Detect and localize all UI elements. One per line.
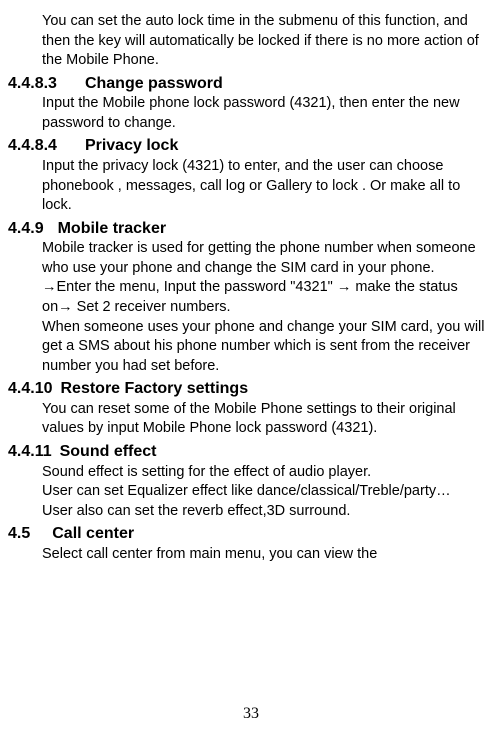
heading-title: Call center (52, 525, 134, 542)
sound-effect-body-3: User also can set the reverb effect,3D s… (42, 502, 492, 522)
heading-mobile-tracker: 4.4.9 Mobile tracker (8, 218, 494, 240)
heading-number: 4.4.10 (8, 378, 52, 400)
document-page: You can set the auto lock time in the su… (8, 12, 494, 564)
heading-number: 4.4.9 (8, 218, 44, 240)
heading-title: Restore Factory settings (60, 380, 248, 397)
restore-factory-body: You can reset some of the Mobile Phone s… (42, 400, 492, 439)
heading-privacy-lock: 4.4.8.4 Privacy lock (8, 135, 494, 157)
mobile-tracker-body-2: →Enter the menu, Input the password "432… (42, 278, 492, 317)
heading-restore-factory: 4.4.10 Restore Factory settings (8, 378, 494, 400)
call-center-body: Select call center from main menu, you c… (42, 545, 492, 565)
heading-number: 4.4.8.3 (8, 73, 57, 95)
mobile-tracker-body-3: When someone uses your phone and change … (42, 318, 492, 377)
intro-paragraph: You can set the auto lock time in the su… (42, 12, 492, 71)
heading-number: 4.5 (8, 523, 30, 545)
heading-title: Change password (85, 75, 223, 92)
heading-change-password: 4.4.8.3 Change password (8, 73, 494, 95)
page-number: 33 (0, 705, 502, 723)
privacy-lock-body: Input the privacy lock (4321) to enter, … (42, 157, 492, 216)
change-password-body: Input the Mobile phone lock password (43… (42, 94, 492, 133)
heading-number: 4.4.11 (8, 441, 52, 463)
sound-effect-body-1: Sound effect is setting for the effect o… (42, 463, 492, 483)
mobile-tracker-body-1: Mobile tracker is used for getting the p… (42, 239, 492, 278)
heading-title: Mobile tracker (58, 220, 166, 237)
heading-number: 4.4.8.4 (8, 135, 57, 157)
heading-call-center: 4.5 Call center (8, 523, 494, 545)
heading-title: Privacy lock (85, 137, 178, 154)
heading-sound-effect: 4.4.11 Sound effect (8, 441, 494, 463)
sound-effect-body-2: User can set Equalizer effect like dance… (42, 482, 492, 502)
heading-title: Sound effect (60, 443, 157, 460)
